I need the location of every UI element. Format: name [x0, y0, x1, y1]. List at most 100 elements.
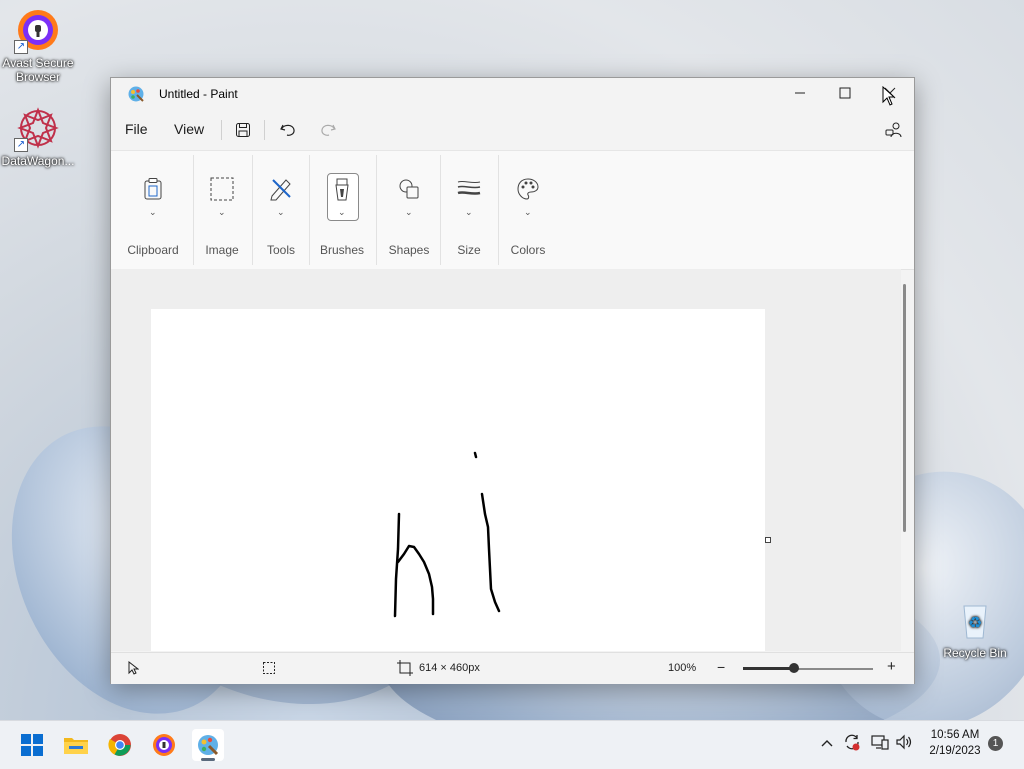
- redo-button[interactable]: [314, 118, 342, 142]
- svg-text:♻: ♻: [968, 615, 982, 632]
- menu-divider: [221, 120, 222, 140]
- recycle-bin-icon: ♻: [953, 598, 997, 642]
- windows-icon: [21, 734, 43, 756]
- chevron-down-icon: ⌄: [338, 207, 346, 217]
- notification-badge[interactable]: 1: [988, 736, 1003, 751]
- ribbon-group-image[interactable]: ⌄ Image: [193, 151, 251, 269]
- zoom-in-button[interactable]: +: [887, 658, 896, 675]
- hand-drawn-text: [393, 451, 501, 618]
- zoom-level[interactable]: 100%: [668, 662, 696, 674]
- chevron-down-icon: ⌄: [277, 207, 285, 217]
- title-bar[interactable]: Untitled - Paint: [111, 78, 914, 110]
- volume-button[interactable]: [895, 734, 913, 753]
- avast-browser-icon: ↗: [14, 8, 60, 54]
- taskbar-clock[interactable]: 10:56 AM 2/19/2023: [922, 727, 988, 759]
- desktop-icon-label: DataWagon...: [1, 154, 75, 168]
- group-label: Tools: [266, 243, 295, 257]
- shortcut-arrow-icon: ↗: [14, 138, 28, 152]
- taskbar-paint[interactable]: [192, 729, 224, 761]
- show-hidden-icons-button[interactable]: [820, 735, 834, 751]
- shapes-icon: [393, 173, 425, 205]
- canvas-size-icon: [397, 660, 413, 679]
- chevron-down-icon: ⌄: [524, 207, 532, 217]
- window-title: Untitled - Paint: [159, 87, 238, 101]
- network-button[interactable]: [871, 734, 889, 753]
- chevron-down-icon: ⌄: [405, 207, 413, 217]
- zoom-slider-thumb[interactable]: [789, 663, 799, 673]
- redo-icon: [321, 124, 336, 136]
- ribbon-group-brushes[interactable]: ⌄ Brushes: [309, 151, 375, 269]
- canvas-resize-handle[interactable]: [765, 537, 771, 543]
- datawagon-icon: ↗: [14, 106, 60, 152]
- chevron-down-icon: ⌄: [218, 207, 226, 217]
- menu-divider: [264, 120, 265, 140]
- menu-view[interactable]: View: [174, 121, 204, 137]
- tools-icon: [265, 173, 297, 205]
- desktop-icon-datawagon[interactable]: ↗ DataWagon...: [0, 106, 76, 168]
- save-button[interactable]: [229, 118, 257, 142]
- canvas-dimensions: 614 × 460px: [419, 662, 480, 674]
- save-icon: [236, 123, 250, 137]
- ribbon-group-tools[interactable]: ⌄ Tools: [252, 151, 310, 269]
- taskbar-avast[interactable]: [148, 729, 180, 761]
- ribbon: ⌄ Clipboard ⌄ Image ⌄ Tools ⌄ Brushes ⌄ …: [111, 150, 914, 270]
- mouse-cursor-icon: [882, 85, 896, 111]
- taskbar: [0, 720, 1024, 769]
- sync-icon: [845, 734, 860, 751]
- group-label: Brushes: [319, 243, 365, 257]
- folder-icon: [64, 738, 88, 754]
- canvas-workspace[interactable]: [111, 269, 901, 651]
- account-button[interactable]: [880, 118, 908, 142]
- drawing-canvas[interactable]: [151, 309, 765, 651]
- pointer-icon: [127, 660, 140, 678]
- clock-time: 10:56 AM: [930, 729, 980, 741]
- maximize-button[interactable]: [822, 78, 868, 108]
- undo-icon: [280, 124, 295, 136]
- taskbar-file-explorer[interactable]: [60, 729, 92, 761]
- menu-file[interactable]: File: [125, 121, 148, 137]
- chevron-up-icon: [821, 740, 833, 747]
- ribbon-group-colors[interactable]: ⌄ Colors: [498, 151, 558, 269]
- desktop-icon-recycle-bin[interactable]: ♻ Recycle Bin: [937, 598, 1013, 660]
- volume-icon: [896, 734, 912, 750]
- zoom-out-button[interactable]: −: [717, 659, 725, 675]
- group-label: Colors: [510, 243, 546, 257]
- palette-icon: [512, 173, 544, 205]
- group-label: Clipboard: [127, 243, 179, 257]
- selection-icon: [206, 173, 238, 205]
- ribbon-group-size[interactable]: ⌄ Size: [440, 151, 498, 269]
- menu-bar: File View: [111, 112, 914, 148]
- chrome-icon: [108, 734, 131, 756]
- desktop-icon-label: Avast Secure Browser: [2, 56, 74, 84]
- clock-date: 2/19/2023: [929, 745, 981, 757]
- size-icon: [453, 173, 485, 205]
- vertical-scrollbar[interactable]: [903, 284, 906, 532]
- start-button[interactable]: [16, 729, 48, 761]
- ribbon-group-clipboard[interactable]: ⌄ Clipboard: [119, 151, 187, 269]
- group-label: Size: [457, 243, 481, 257]
- ribbon-group-shapes[interactable]: ⌄ Shapes: [376, 151, 442, 269]
- selection-size-icon: [262, 661, 276, 678]
- desktop-icon-avast[interactable]: ↗ Avast Secure Browser: [0, 8, 76, 84]
- account-icon: [885, 122, 902, 138]
- paint-window: Untitled - Paint File View ⌄ Clipboard ⌄…: [110, 77, 915, 684]
- chevron-down-icon: ⌄: [465, 207, 473, 217]
- minimize-button[interactable]: [777, 78, 823, 108]
- sync-status-button[interactable]: [843, 733, 861, 754]
- status-bar: 614 × 460px 100% − +: [111, 652, 914, 684]
- group-label: Image: [205, 243, 239, 257]
- active-app-indicator: [201, 758, 215, 761]
- group-label: Shapes: [388, 243, 430, 257]
- shortcut-arrow-icon: ↗: [14, 40, 28, 54]
- paint-app-icon: [127, 85, 144, 102]
- undo-button[interactable]: [274, 118, 302, 142]
- avast-icon: [153, 734, 175, 756]
- brush-icon: [326, 175, 358, 207]
- paint-icon: [198, 735, 219, 756]
- network-icon: [871, 735, 889, 750]
- taskbar-chrome[interactable]: [104, 729, 136, 761]
- clipboard-icon: [137, 173, 169, 205]
- chevron-down-icon: ⌄: [149, 207, 157, 217]
- desktop-icon-label: Recycle Bin: [943, 646, 1007, 660]
- zoom-slider-fill: [743, 667, 793, 670]
